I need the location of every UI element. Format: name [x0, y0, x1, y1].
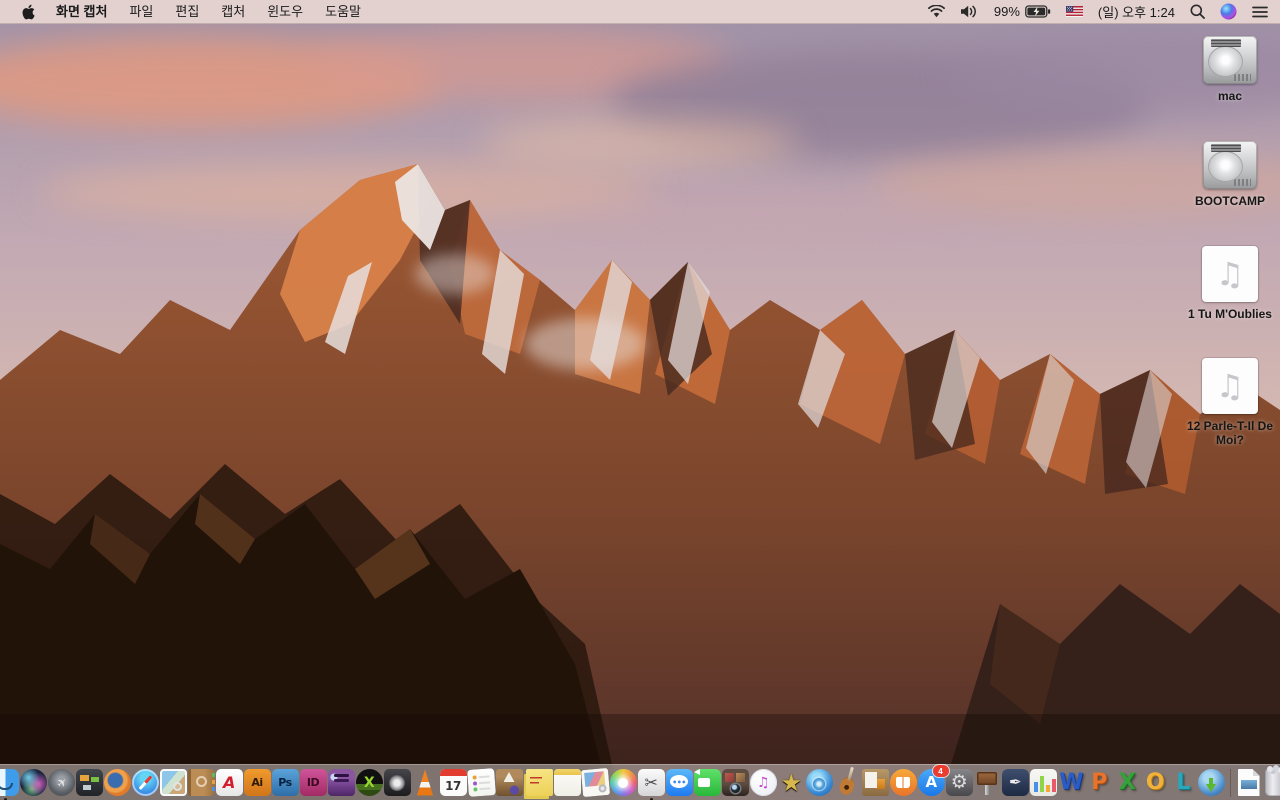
dock-downloader[interactable]: [1197, 769, 1225, 796]
dock-screenflow[interactable]: [778, 769, 805, 796]
dock-safari[interactable]: [131, 769, 159, 796]
dock-preview[interactable]: [159, 769, 187, 796]
file-label: mac: [1217, 89, 1243, 103]
dock-photoshop[interactable]: [271, 769, 299, 796]
dock-trash[interactable]: [1264, 766, 1280, 796]
dock-reminders[interactable]: [466, 768, 496, 797]
menu-app-title[interactable]: 화면 캡처: [45, 0, 118, 24]
desktop-icons: mac BOOTCAMP 1 Tu M'Oublies 12 Parle-T-I…: [1182, 36, 1278, 485]
dock: 4: [0, 764, 1280, 800]
dock-stuffit[interactable]: [495, 769, 523, 796]
dock-messages[interactable]: [665, 769, 693, 796]
dock-acrobat-reader[interactable]: [215, 769, 243, 796]
dock-illustrator[interactable]: [243, 769, 271, 796]
macos-desktop: 화면 캡처 파일 편집 캡처 윈도우 도움말 99% (일) 오후 1:24 m…: [0, 0, 1280, 800]
dock-launchpad[interactable]: [47, 769, 75, 796]
desktop-icon-audio-1[interactable]: 1 Tu M'Oublies: [1182, 245, 1278, 322]
dock-scrapbook[interactable]: [861, 769, 889, 796]
dock-divider: [1229, 769, 1231, 797]
dock-mission-control[interactable]: [75, 769, 103, 796]
menu-bar-status: 99% (일) 오후 1:24: [927, 2, 1280, 21]
file-label: BOOTCAMP: [1195, 193, 1265, 208]
dock-calendar[interactable]: [439, 769, 467, 796]
dock-outlook[interactable]: [1142, 769, 1169, 796]
dock-vlc[interactable]: [416, 769, 434, 796]
dock-word[interactable]: [1058, 769, 1085, 796]
dock-toast[interactable]: [327, 769, 355, 796]
menu-window[interactable]: 윈도우: [256, 0, 314, 24]
dock-notes[interactable]: [553, 769, 581, 796]
dock-jpeg-document[interactable]: [1237, 769, 1260, 796]
dock-garageband[interactable]: [834, 769, 861, 796]
battery-indicator[interactable]: 99%: [994, 4, 1051, 19]
notification-center-icon[interactable]: [1252, 6, 1268, 18]
volume-icon[interactable]: [960, 5, 979, 18]
dock-keynote[interactable]: [974, 769, 1001, 796]
dock-siri[interactable]: [19, 769, 47, 796]
menu-bar: 화면 캡처 파일 편집 캡처 윈도우 도움말 99% (일) 오후 1:24: [0, 0, 1280, 24]
wallpaper: [0, 24, 1280, 800]
battery-percent: 99%: [993, 4, 1020, 19]
dock-inner: 4: [0, 764, 1280, 800]
dock-itunes[interactable]: [749, 769, 777, 796]
dock-video-converter[interactable]: [805, 769, 833, 796]
app-menus: 화면 캡처 파일 편집 캡처 윈도우 도움말: [45, 0, 372, 24]
spotlight-search-icon[interactable]: [1190, 4, 1205, 19]
dock-photos[interactable]: [609, 769, 637, 796]
dock-facetime[interactable]: [693, 769, 721, 796]
dock-numbers[interactable]: [1029, 769, 1057, 796]
dock-image-viewer[interactable]: [580, 767, 610, 798]
apple-menu[interactable]: [12, 4, 45, 20]
dock-firefox[interactable]: [103, 769, 131, 796]
dock-pages[interactable]: [1001, 769, 1029, 796]
desktop-icon-audio-12[interactable]: 12 Parle-T-Il De Moi?: [1182, 358, 1278, 448]
apple-icon: [22, 4, 35, 19]
dock-xee[interactable]: [355, 769, 383, 796]
desktop-icon-mac[interactable]: mac: [1182, 36, 1278, 104]
dock-photo-booth[interactable]: [721, 769, 749, 796]
dock-system-preferences[interactable]: [945, 769, 973, 796]
dock-ibooks[interactable]: [889, 769, 917, 796]
menu-help[interactable]: 도움말: [314, 0, 372, 24]
file-icon: [1202, 245, 1258, 302]
menu-capture[interactable]: 캡처: [210, 0, 256, 24]
siri-icon[interactable]: [1220, 3, 1237, 20]
notification-badge: 4: [932, 765, 949, 777]
file-label: 1 Tu M'Oublies: [1188, 306, 1272, 321]
file-icon: [1202, 358, 1258, 415]
wifi-icon[interactable]: [927, 5, 945, 18]
dock-indesign[interactable]: [299, 769, 327, 796]
desktop-icon-bootcamp[interactable]: BOOTCAMP: [1182, 140, 1278, 209]
menu-edit[interactable]: 편집: [164, 0, 210, 24]
file-label: 12 Parle-T-Il De Moi?: [1186, 419, 1274, 448]
file-icon: [1203, 36, 1257, 84]
file-icon: [1203, 140, 1257, 189]
input-source-us-flag[interactable]: [1065, 6, 1083, 17]
dock-app-store[interactable]: 4: [917, 765, 949, 796]
dock-screen-capture[interactable]: [637, 769, 665, 800]
dock-lync[interactable]: [1170, 769, 1197, 796]
dock-contacts[interactable]: [187, 769, 215, 796]
dock-finder[interactable]: [0, 769, 19, 800]
dock-excel[interactable]: [1114, 769, 1141, 796]
menu-bar-left: 화면 캡처 파일 편집 캡처 윈도우 도움말: [0, 0, 372, 24]
menu-clock[interactable]: (일) 오후 1:24: [1098, 2, 1175, 21]
dock-powerpoint[interactable]: [1086, 769, 1113, 796]
battery-charging-icon: [1025, 5, 1051, 18]
dock-stickies[interactable]: [525, 769, 553, 796]
menu-file[interactable]: 파일: [118, 0, 164, 24]
dock-fan-control[interactable]: [383, 769, 411, 796]
